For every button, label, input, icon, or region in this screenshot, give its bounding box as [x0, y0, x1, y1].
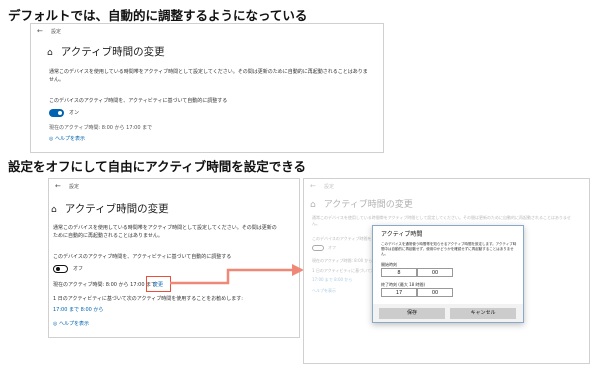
end-minute-box[interactable]: 00: [417, 288, 453, 297]
back-arrow-icon[interactable]: ←: [55, 182, 61, 190]
page-title: ⌂ アクティブ時間の変更: [47, 46, 165, 58]
description-text: 通常このデバイスを使用している時間帯をアクティブ時間として設定してください。その…: [53, 225, 277, 239]
current-hours-text: 現在のアクティブ時間: 8:00 から 17:00 まで: [53, 282, 157, 288]
arrow-icon: [170, 264, 304, 285]
app-title: 設定: [51, 29, 62, 35]
start-hour-box[interactable]: 8: [381, 268, 417, 277]
page-title: ⌂ アクティブ時間の変更: [310, 200, 413, 210]
active-hours-dialog: アクティブ時間 このデバイスを通常使う時間帯を知らせるアクティブ時間を設定します…: [372, 225, 524, 323]
start-minute-box[interactable]: 00: [417, 268, 453, 277]
title-bar: ← 設定: [49, 179, 299, 193]
toggle-state-label: オフ: [73, 266, 84, 272]
toggle-state-label: オン: [69, 110, 80, 116]
help-link[interactable]: ヘルプを表示: [312, 287, 336, 295]
back-arrow-icon[interactable]: ←: [310, 182, 316, 190]
page-title: ⌂ アクティブ時間の変更: [51, 203, 169, 215]
settings-window-dialog: ← 設定 ⌂ アクティブ時間の変更 通常このデバイスを使用している時間帯をアクティ…: [303, 178, 590, 364]
cancel-button[interactable]: キャンセル: [450, 308, 516, 319]
highlight-box: [146, 276, 171, 292]
help-icon: ◎: [49, 136, 54, 142]
help-icon: ◎: [53, 321, 58, 327]
heading-default: デフォルトでは、自動的に調整するようになっている: [8, 8, 308, 23]
home-icon: ⌂: [47, 48, 53, 58]
back-arrow-icon[interactable]: ←: [37, 27, 43, 35]
help-link[interactable]: ◎ ヘルプを表示: [49, 135, 85, 143]
title-bar: ← 設定: [304, 179, 589, 193]
auto-adjust-toggle[interactable]: [53, 265, 68, 273]
dialog-description: このデバイスを通常使う時間帯を知らせるアクティブ時間を設定します。アクティブ時間…: [381, 242, 517, 256]
end-hour-box[interactable]: 17: [381, 288, 417, 297]
recommend-value-link[interactable]: 17:00 まで 8:00 から: [312, 276, 352, 284]
home-icon: ⌂: [51, 205, 57, 215]
app-title: 設定: [324, 184, 335, 190]
dialog-title: アクティブ時間: [381, 231, 423, 238]
recommend-value-link[interactable]: 17:00 まで 8:00 から: [53, 306, 103, 314]
app-title: 設定: [69, 184, 80, 190]
dialog-footer: 保存 キャンセル: [373, 304, 523, 322]
description-text: 通常このデバイスを使用している時間帯をアクティブ時間として設定してください。その…: [49, 69, 368, 83]
settings-window-default: ← 設定 ⌂ アクティブ時間の変更 通常このデバイスを使用している時間帯をアクティ…: [30, 23, 384, 153]
auto-adjust-toggle[interactable]: [49, 109, 64, 117]
heading-off: 設定をオフにして自由にアクティブ時間を設定できる: [8, 159, 307, 174]
auto-adjust-label: このデバイスのアクティブ時間を、アクティビティに基づいて自動的に調整する: [49, 98, 228, 104]
auto-adjust-toggle[interactable]: [312, 245, 324, 251]
help-link[interactable]: ◎ ヘルプを表示: [53, 320, 89, 328]
title-bar: ← 設定: [31, 24, 383, 38]
save-button[interactable]: 保存: [379, 308, 445, 319]
current-hours-text: 現在のアクティブ時間: 8:00 から 17:00 まで: [49, 125, 153, 131]
toggle-state-label: オフ: [328, 245, 336, 250]
home-icon: ⌂: [310, 200, 316, 210]
recommend-text: 1 日のアクティビティに基づいて次のアクティブ時間を使用することをお勧めします:: [53, 296, 243, 302]
